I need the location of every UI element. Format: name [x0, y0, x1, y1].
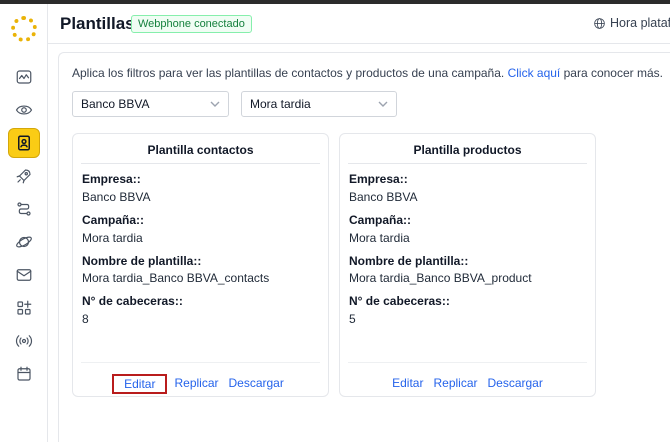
headers-count-value: 5 [349, 312, 356, 326]
campaign-select[interactable]: Mora tardia [241, 91, 397, 117]
replicate-button[interactable]: Replicar [428, 374, 482, 392]
campaign-label: Campaña:: [82, 213, 145, 227]
download-button[interactable]: Descargar [224, 374, 289, 394]
contact-book-icon [18, 135, 30, 151]
divider [348, 362, 587, 363]
campaign-select-value: Mora tardia [250, 97, 311, 111]
company-label: Empresa:: [82, 172, 141, 186]
instructions-suffix: para conocer más. [563, 66, 663, 80]
rocket-icon [16, 169, 31, 184]
planet-icon [16, 236, 32, 248]
divider [81, 163, 320, 164]
sidebar-item-broadcast[interactable] [8, 326, 40, 356]
headers-count-label: N° de cabeceras:: [349, 294, 450, 308]
learn-more-link[interactable]: Click aquí [508, 66, 561, 80]
sidebar-item-activity[interactable] [8, 62, 40, 92]
sidebar-item-apps[interactable] [8, 293, 40, 323]
company-value: Banco BBVA [349, 190, 418, 204]
company-select[interactable]: Banco BBVA [72, 91, 229, 117]
divider [348, 163, 587, 164]
template-name-value: Mora tardia_Banco BBVA_contacts [82, 271, 270, 285]
campaign-label: Campaña:: [349, 213, 412, 227]
globe-icon [594, 17, 605, 29]
template-name-label: Nombre de plantilla:: [349, 254, 469, 268]
card-actions: Editar Replicar Descargar [73, 374, 328, 394]
platform-time-label: Hora platafo [610, 16, 670, 30]
route-icon [17, 202, 31, 216]
edit-button[interactable]: Editar [112, 374, 168, 394]
template-name-label: Nombre de plantilla:: [82, 254, 202, 268]
page-header: Plantillas Webphone conectado Hora plata… [48, 4, 670, 44]
template-name-value: Mora tardia_Banco BBVA_product [349, 271, 532, 285]
platform-time[interactable]: Hora platafo [593, 16, 670, 30]
headers-count-value: 8 [82, 312, 89, 326]
instructions-text: Aplica los filtros para ver las plantill… [72, 66, 505, 80]
broadcast-icon [15, 335, 33, 347]
webphone-status-badge: Webphone conectado [131, 15, 252, 33]
filters-instructions: Aplica los filtros para ver las plantill… [72, 66, 663, 80]
chevron-down-icon [378, 101, 388, 107]
divider [81, 362, 320, 363]
products-template-card: Plantilla productos Empresa:: Banco BBVA… [339, 133, 596, 397]
sidebar-item-explore[interactable] [8, 227, 40, 257]
company-label: Empresa:: [349, 172, 408, 186]
sidebar-item-calendar[interactable] [8, 359, 40, 389]
campaign-value: Mora tardia [82, 231, 143, 245]
chevron-down-icon [210, 101, 220, 107]
page-title: Plantillas [60, 14, 135, 33]
card-actions: Editar Replicar Descargar [340, 374, 595, 392]
replicate-button[interactable]: Replicar [169, 374, 223, 394]
apps-add-icon [17, 300, 32, 315]
sidebar-item-monitor[interactable] [8, 95, 40, 125]
sidebar-item-routes[interactable] [8, 194, 40, 224]
mail-icon [16, 269, 32, 281]
card-title: Plantilla productos [413, 143, 522, 157]
company-value: Banco BBVA [82, 190, 151, 204]
download-button[interactable]: Descargar [483, 374, 548, 392]
sidebar-item-mail[interactable] [8, 260, 40, 290]
sidebar-item-templates[interactable] [8, 128, 40, 158]
edit-button[interactable]: Editar [387, 374, 428, 392]
campaign-value: Mora tardia [349, 231, 410, 245]
activity-icon [16, 70, 32, 84]
headers-count-label: N° de cabeceras:: [82, 294, 183, 308]
sidebar-item-campaigns[interactable] [8, 161, 40, 191]
company-select-value: Banco BBVA [81, 97, 150, 111]
calendar-icon [17, 366, 31, 381]
eye-icon [15, 105, 33, 115]
card-title: Plantilla contactos [147, 143, 254, 157]
sidebar [0, 4, 48, 442]
contacts-template-card: Plantilla contactos Empresa:: Banco BBVA… [72, 133, 329, 397]
app-logo[interactable] [11, 16, 37, 42]
